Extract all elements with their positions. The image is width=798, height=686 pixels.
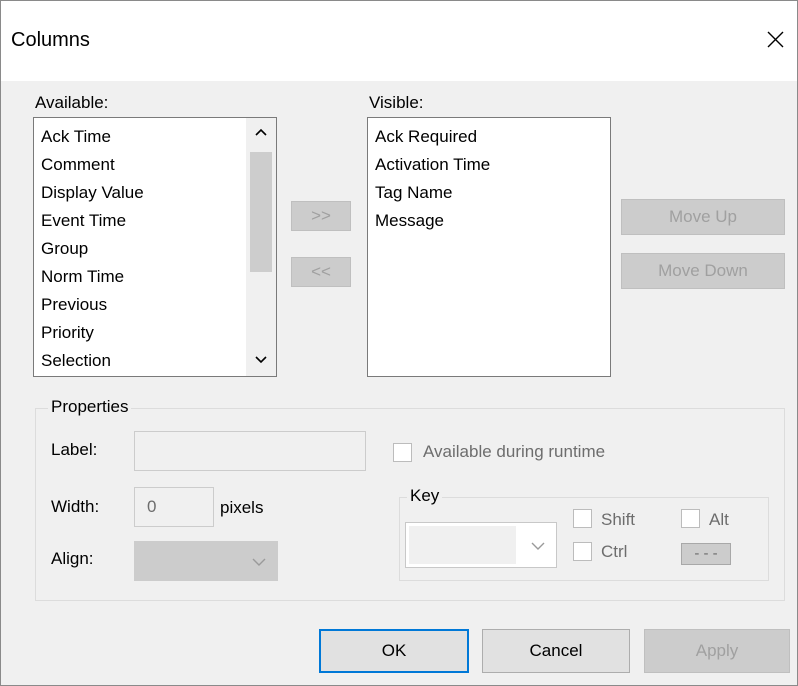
list-item[interactable]: Ack Required <box>375 123 490 151</box>
close-button[interactable] <box>753 19 797 59</box>
chevron-up-icon <box>255 128 267 136</box>
list-item[interactable]: Display Value <box>41 179 144 207</box>
ctrl-checkbox[interactable] <box>573 542 592 561</box>
columns-dialog: Columns Available: Ack Time Comment Displa… <box>0 0 798 686</box>
label-input[interactable] <box>134 431 366 471</box>
list-item[interactable]: Message <box>375 207 490 235</box>
shift-label: Shift <box>601 510 636 529</box>
list-item[interactable]: Selection <box>41 347 144 375</box>
available-items: Ack Time Comment Display Value Event Time Gr… <box>41 123 144 375</box>
available-label: Available: <box>35 93 109 112</box>
width-input[interactable]: 0 <box>134 487 214 527</box>
label-caption: Label: <box>51 440 98 459</box>
visible-label: Visible: <box>369 93 424 112</box>
properties-title: Properties <box>48 397 132 417</box>
align-caption: Align: <box>51 549 94 568</box>
visible-listbox[interactable]: Ack Required Activation Time Tag Name Messa… <box>367 117 611 377</box>
chevron-down-icon <box>252 558 266 566</box>
list-item[interactable]: Tag Name <box>375 179 490 207</box>
move-up-button[interactable]: Move Up <box>621 199 785 235</box>
width-unit: pixels <box>220 498 264 517</box>
align-dropdown-arrow[interactable] <box>241 542 277 580</box>
alt-checkbox[interactable] <box>681 509 700 528</box>
chevron-down-icon <box>255 356 267 364</box>
key-dropdown-arrow[interactable] <box>520 523 556 567</box>
available-runtime-label: Available during runtime <box>423 442 606 461</box>
align-select[interactable] <box>134 541 278 581</box>
key-select[interactable] <box>405 522 557 568</box>
list-item[interactable]: Priority <box>41 319 144 347</box>
hotkey-field[interactable]: - - - <box>681 543 731 565</box>
list-item[interactable]: Comment <box>41 151 144 179</box>
list-item[interactable]: Event Time <box>41 207 144 235</box>
list-item[interactable]: Norm Time <box>41 263 144 291</box>
remove-from-visible-button[interactable]: << <box>291 257 351 287</box>
available-scrollbar[interactable] <box>246 118 276 376</box>
dialog-title: Columns <box>11 29 90 51</box>
list-item[interactable]: Group <box>41 235 144 263</box>
apply-button[interactable]: Apply <box>644 629 790 673</box>
list-item[interactable]: Previous <box>41 291 144 319</box>
title-bar: Columns <box>1 1 797 81</box>
visible-items: Ack Required Activation Time Tag Name Messa… <box>375 123 490 235</box>
alt-label: Alt <box>709 510 729 529</box>
shift-checkbox[interactable] <box>573 509 592 528</box>
width-caption: Width: <box>51 497 100 516</box>
scroll-down-button[interactable] <box>246 346 276 376</box>
ctrl-label: Ctrl <box>601 542 628 561</box>
scroll-up-button[interactable] <box>246 118 276 148</box>
chevron-down-icon <box>531 542 545 550</box>
scroll-thumb[interactable] <box>250 152 272 272</box>
available-runtime-checkbox[interactable] <box>393 443 412 462</box>
add-to-visible-button[interactable]: >> <box>291 201 351 231</box>
move-down-button[interactable]: Move Down <box>621 253 785 289</box>
list-item[interactable]: Ack Time <box>41 123 144 151</box>
close-icon <box>767 31 784 48</box>
cancel-button[interactable]: Cancel <box>482 629 630 673</box>
ok-button[interactable]: OK <box>319 629 469 673</box>
list-item[interactable]: Activation Time <box>375 151 490 179</box>
key-title: Key <box>407 486 443 506</box>
available-listbox[interactable]: Ack Time Comment Display Value Event Time Gr… <box>33 117 277 377</box>
